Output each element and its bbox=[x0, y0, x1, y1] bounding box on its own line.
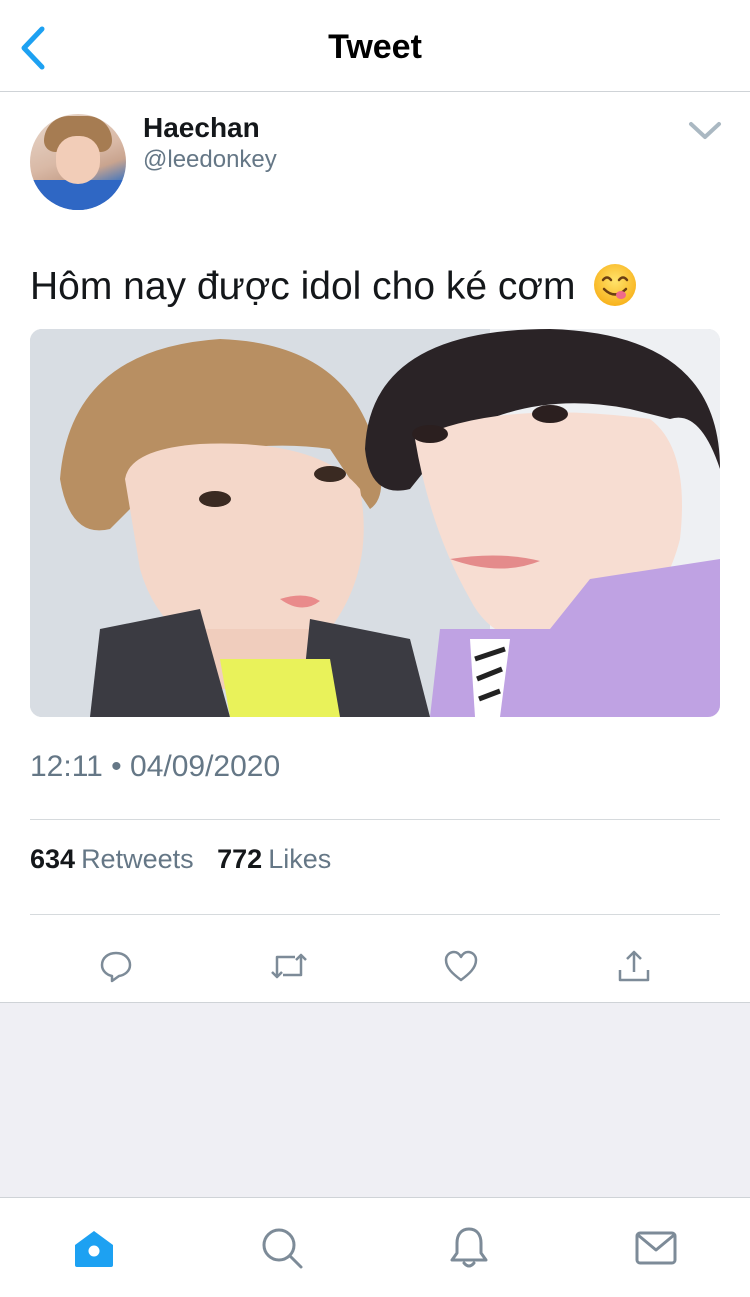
author-name[interactable]: Haechan bbox=[143, 112, 260, 144]
notifications-icon bbox=[450, 1227, 488, 1268]
retweets-stat[interactable]: 634 Retweets bbox=[30, 844, 217, 874]
retweet-button[interactable] bbox=[261, 938, 317, 994]
author-handle[interactable]: @leedonkey bbox=[143, 146, 277, 174]
reply-button[interactable] bbox=[88, 938, 144, 994]
search-icon bbox=[262, 1228, 303, 1269]
retweets-count: 634 bbox=[30, 844, 76, 874]
photo-illustration bbox=[30, 329, 720, 717]
page-title: Tweet bbox=[328, 28, 422, 66]
likes-label: Likes bbox=[268, 844, 332, 874]
like-button[interactable] bbox=[433, 938, 489, 994]
avatar[interactable] bbox=[30, 114, 126, 210]
divider bbox=[30, 819, 720, 820]
tweet-stats: 634 Retweets 772 Likes bbox=[30, 844, 347, 875]
tweet-text: Hôm nay được idol cho ké cơm bbox=[30, 263, 638, 312]
divider bbox=[30, 914, 720, 915]
tab-home[interactable] bbox=[64, 1220, 124, 1276]
tweet-detail-screen: Tweet Haechan @leedonkey Hôm nay được id… bbox=[0, 0, 750, 1297]
selfie-photo[interactable] bbox=[30, 329, 720, 717]
like-icon bbox=[444, 950, 478, 982]
tweet-action-bar bbox=[0, 930, 750, 1002]
reply-icon bbox=[100, 951, 132, 983]
more-options-button[interactable] bbox=[686, 116, 724, 146]
messages-icon bbox=[635, 1231, 677, 1265]
retweet-icon bbox=[271, 953, 307, 979]
share-button[interactable] bbox=[606, 938, 662, 994]
likes-count: 772 bbox=[217, 844, 263, 874]
home-icon bbox=[75, 1231, 113, 1267]
face-savoring-food-emoji bbox=[594, 263, 637, 306]
chevron-down-icon bbox=[689, 122, 721, 139]
tab-messages[interactable] bbox=[626, 1220, 686, 1276]
retweets-label: Retweets bbox=[81, 844, 194, 874]
tweet-timestamp: 12:11 • 04/09/2020 bbox=[30, 750, 281, 783]
tab-search[interactable] bbox=[252, 1220, 312, 1276]
navigation-header: Tweet bbox=[0, 0, 750, 92]
tab-notifications[interactable] bbox=[439, 1220, 499, 1276]
tweet-text-content: Hôm nay được idol cho ké cơm bbox=[30, 265, 576, 308]
tab-bar bbox=[0, 1197, 750, 1297]
likes-stat[interactable]: 772 Likes bbox=[217, 844, 347, 874]
share-icon bbox=[618, 950, 650, 982]
empty-area bbox=[0, 1003, 750, 1197]
